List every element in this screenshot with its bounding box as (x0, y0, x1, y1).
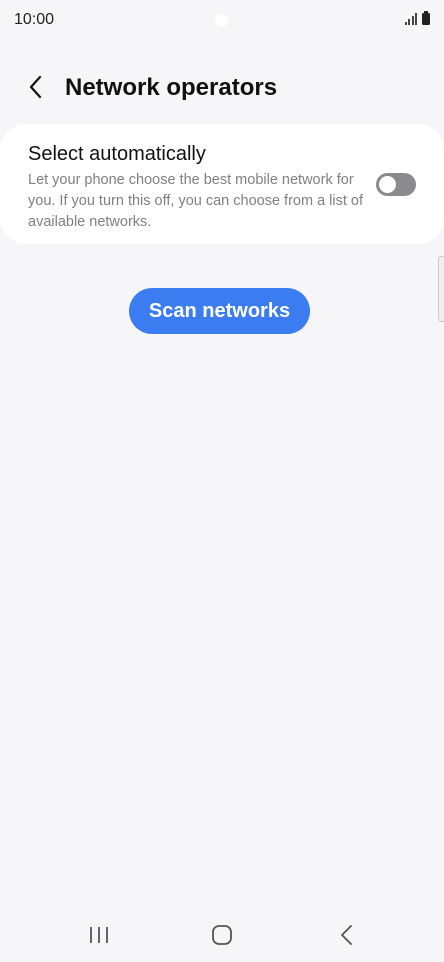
nav-back-button[interactable] (336, 923, 358, 947)
battery-icon (422, 11, 430, 25)
scan-networks-button[interactable]: Scan networks (129, 288, 310, 334)
home-button[interactable] (210, 923, 234, 947)
navigation-bar (0, 910, 444, 960)
camera-cutout (215, 14, 228, 27)
toggle-knob (379, 176, 396, 193)
app-header: Network operators (0, 60, 444, 116)
auto-select-card[interactable]: Select automatically Let your phone choo… (0, 124, 444, 244)
back-icon (341, 925, 352, 945)
auto-select-description: Let your phone choose the best mobile ne… (28, 172, 364, 230)
home-icon (212, 925, 232, 945)
recent-apps-button[interactable] (88, 925, 110, 945)
scroll-indicator[interactable] (438, 256, 444, 322)
status-bar: 10:00 (0, 0, 444, 40)
status-time: 10:00 (14, 11, 55, 28)
back-button[interactable] (22, 72, 52, 102)
chevron-left-icon (29, 75, 42, 99)
signal-icon (404, 13, 417, 25)
auto-select-toggle[interactable] (376, 173, 416, 196)
page-title: Network operators (65, 74, 278, 101)
recent-apps-icon (90, 927, 108, 943)
auto-select-title: Select automatically (28, 143, 206, 165)
status-icons (404, 11, 430, 25)
